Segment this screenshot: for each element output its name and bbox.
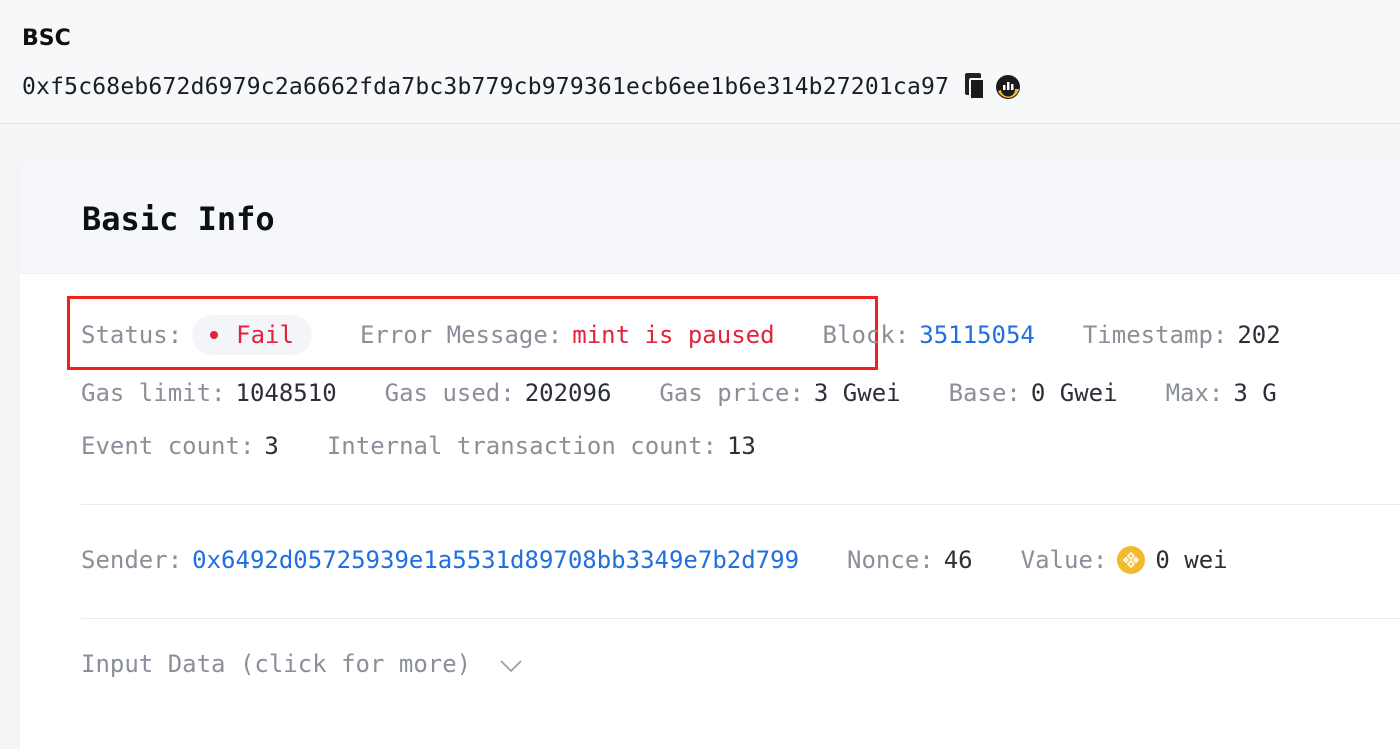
explorer-icon[interactable] <box>995 74 1021 100</box>
status-label: Status: <box>81 321 183 349</box>
chain-name: BSC <box>22 26 71 51</box>
internal-tx-count-value: 13 <box>726 432 756 460</box>
gas-row: Gas limit: 1048510 Gas used: 202096 Gas … <box>81 379 1277 407</box>
block-link[interactable]: 35115054 <box>919 321 1035 349</box>
tx-hash-row: 0xf5c68eb672d6979c2a6662fda7bc3b779cb979… <box>22 72 1021 102</box>
chevron-down-icon[interactable] <box>499 654 522 674</box>
sender-label: Sender: <box>81 546 183 574</box>
nonce-label: Nonce: <box>847 546 934 574</box>
gas-limit-value: 1048510 <box>235 379 337 407</box>
divider <box>81 504 1400 505</box>
card-title: Basic Info <box>82 200 275 238</box>
gas-used-label: Gas used: <box>384 379 515 407</box>
base-fee-value: 0 Gwei <box>1030 379 1118 407</box>
value-amount: 0 wei <box>1155 546 1228 574</box>
error-message-label: Error Message: <box>359 321 563 349</box>
card-header: Basic Info <box>20 160 1400 274</box>
gas-limit-label: Gas limit: <box>81 379 226 407</box>
max-fee-label: Max: <box>1165 379 1224 407</box>
event-count-label: Event count: <box>81 432 255 460</box>
max-fee-value: 3 G <box>1233 379 1277 407</box>
input-data-label[interactable]: Input Data (click for more) <box>81 650 471 678</box>
sender-row: Sender: 0x6492d05725939e1a5531d89708bb33… <box>81 546 1228 574</box>
timestamp-label: Timestamp: <box>1082 321 1228 349</box>
status-badge: Fail <box>192 315 312 355</box>
count-row: Event count: 3 Internal transaction coun… <box>81 432 756 460</box>
event-count-value: 3 <box>264 432 279 460</box>
internal-tx-count-label: Internal transaction count: <box>326 432 717 460</box>
sender-address-link[interactable]: 0x6492d05725939e1a5531d89708bb3349e7b2d7… <box>192 546 799 574</box>
error-message-value: mint is paused <box>572 321 775 349</box>
gas-used-value: 202096 <box>524 379 612 407</box>
divider <box>81 618 1400 619</box>
tx-hash[interactable]: 0xf5c68eb672d6979c2a6662fda7bc3b779cb979… <box>22 74 949 100</box>
status-dot-icon <box>210 331 219 339</box>
input-data-toggle[interactable]: Input Data (click for more) <box>81 650 522 678</box>
base-fee-label: Base: <box>948 379 1021 407</box>
nonce-value: 46 <box>943 546 973 574</box>
block-label: Block: <box>822 321 910 349</box>
status-value: Fail <box>236 321 294 349</box>
gas-price-value: 3 Gwei <box>813 379 901 407</box>
timestamp-value: 202 <box>1237 321 1281 349</box>
tx-header: BSC 0xf5c68eb672d6979c2a6662fda7bc3b779c… <box>0 0 1400 124</box>
gas-price-label: Gas price: <box>659 379 804 407</box>
basic-info-card: Basic Info Status: Fail Error Message: m… <box>20 160 1400 749</box>
bnb-icon <box>1117 546 1146 574</box>
copy-icon[interactable] <box>963 73 986 101</box>
status-row: Status: Fail Error Message: mint is paus… <box>81 315 1281 355</box>
value-label: Value: <box>1020 546 1108 574</box>
